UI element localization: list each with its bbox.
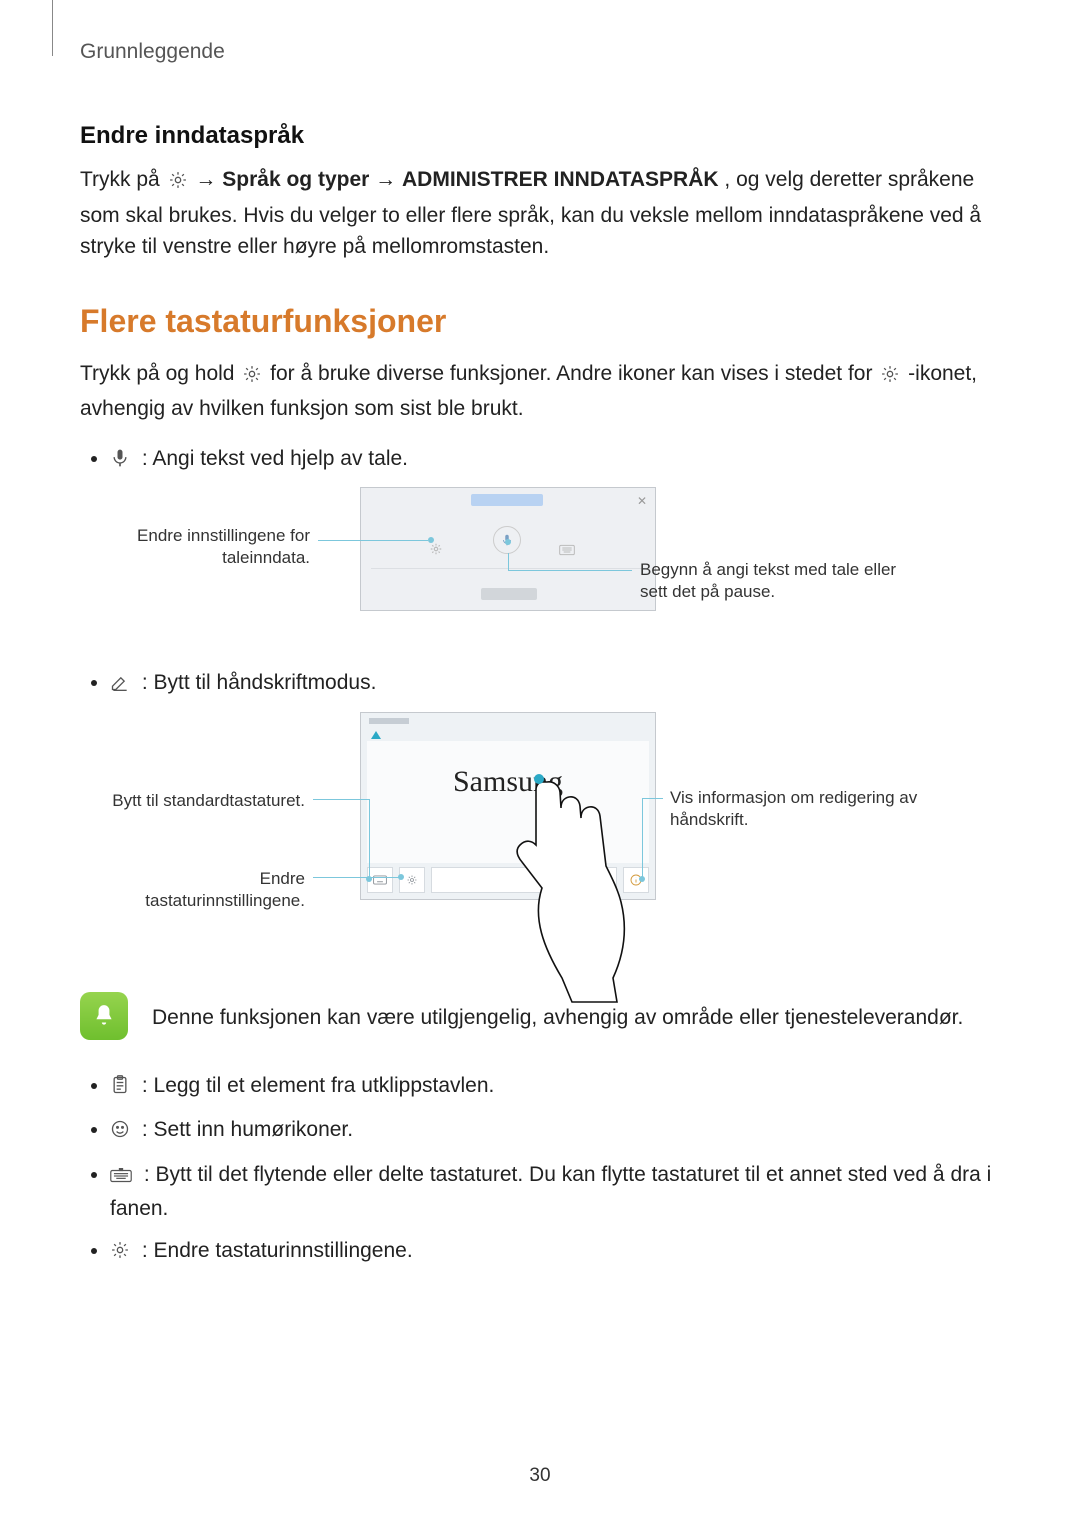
gear-icon (110, 1238, 130, 1270)
bullet-list: : Angi tekst ved hjelp av tale. ✕ (80, 443, 1005, 972)
text-fragment: Trykk på (80, 168, 166, 191)
voice-input-panel: ✕ (360, 487, 656, 611)
clipboard-icon (110, 1073, 130, 1105)
list-text: : Sett inn humørikoner. (142, 1118, 353, 1141)
touch-point-dot (534, 774, 544, 784)
callout-label: Vis informasjon om redigering av håndskr… (670, 787, 930, 831)
list-item: : Endre tastaturinnstillingene. (110, 1235, 1005, 1270)
pen-indicator-icon (371, 731, 381, 739)
paragraph-more-functions: Trykk på og hold for å bruke diverse fun… (80, 358, 1005, 425)
list-text: : Endre tastaturinnstillingene. (142, 1239, 413, 1262)
callout-label: Begynn å angi tekst med tale eller sett … (640, 559, 900, 603)
gear-icon (880, 366, 906, 389)
list-item: : Bytt til det flytende eller delte tast… (110, 1159, 1005, 1225)
callout-line (313, 877, 401, 878)
figure-handwriting: Samsung (110, 712, 990, 972)
callout-dot (428, 537, 434, 543)
callout-label: Endre tastaturinnstillingene. (100, 868, 305, 912)
callout-line (313, 799, 369, 800)
text-fragment: for å bruke diverse funksjoner. Andre ik… (270, 362, 878, 385)
keyboard-icon (559, 534, 575, 566)
note-bell-icon (80, 992, 128, 1040)
figure-voice-input: ✕ (110, 487, 990, 647)
sub-heading-change-language: Endre inndataspråk (80, 122, 1005, 150)
text-fragment: → (375, 168, 402, 191)
list-item: : Sett inn humørikoner. (110, 1114, 1005, 1149)
floating-keyboard-icon (110, 1162, 132, 1194)
list-text: : Angi tekst ved hjelp av tale. (142, 447, 408, 470)
smiley-icon (110, 1117, 130, 1149)
list-item: : Bytt til håndskriftmodus. Samsung (110, 667, 1005, 972)
placeholder-chip (369, 718, 409, 724)
mic-icon (110, 446, 130, 478)
text-fragment: → (195, 168, 222, 191)
callout-dot (505, 539, 511, 545)
gear-icon (168, 172, 194, 195)
bold-text: ADMINISTRER INNDATASPRÅK (402, 168, 719, 191)
page-side-line (52, 0, 53, 56)
placeholder-chip (481, 588, 537, 600)
close-icon: ✕ (637, 492, 647, 510)
callout-line (642, 798, 643, 878)
callout-line (318, 540, 428, 541)
gear-icon (399, 867, 425, 893)
callout-dot (639, 876, 645, 882)
bullet-list: : Legg til et element fra utklippstavlen… (80, 1070, 1005, 1270)
list-text: : Bytt til det flytende eller delte tast… (110, 1163, 991, 1221)
list-text: : Bytt til håndskriftmodus. (142, 671, 377, 694)
callout-line (508, 553, 509, 570)
paragraph-change-language: Trykk på → Språk og typer → ADMINISTRER … (80, 164, 1005, 263)
panel-header (361, 713, 655, 731)
page-number: 30 (0, 1465, 1080, 1487)
callout-line (508, 570, 632, 571)
callout-label: Endre innstillingene for taleinndata. (110, 525, 310, 569)
text-fragment: Trykk på og hold (80, 362, 240, 385)
list-item: : Legg til et element fra utklippstavlen… (110, 1070, 1005, 1105)
bold-text: Språk og typer (222, 168, 369, 191)
gear-icon (242, 366, 268, 389)
hand-pointer-icon (488, 774, 628, 1014)
section-heading-more-functions: Flere tastaturfunksjoner (80, 303, 1005, 340)
placeholder-chip (471, 494, 543, 506)
list-text: : Legg til et element fra utklippstavlen… (142, 1074, 495, 1097)
list-item: : Angi tekst ved hjelp av tale. ✕ (110, 443, 1005, 648)
panel-header: ✕ (361, 488, 655, 514)
callout-dot (398, 874, 404, 880)
callout-line (369, 799, 370, 879)
pen-icon (110, 670, 130, 702)
page-header: Grunnleggende (80, 40, 1005, 64)
callout-label: Bytt til standardtastaturet. (100, 790, 305, 812)
callout-line (643, 798, 663, 799)
